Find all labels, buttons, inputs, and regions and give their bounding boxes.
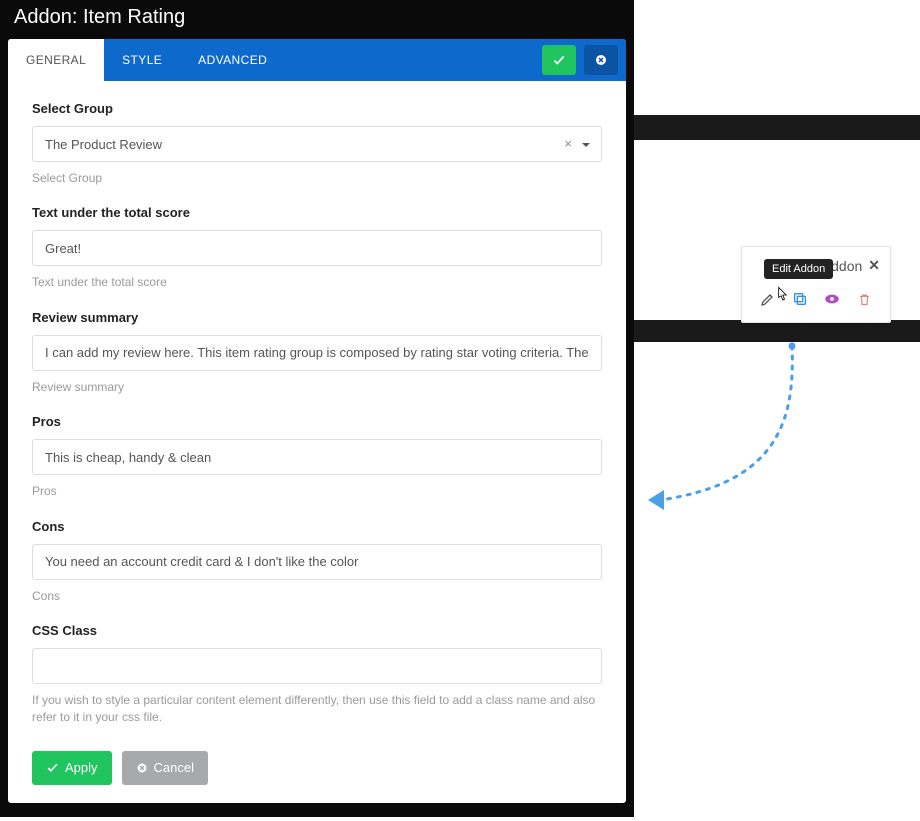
field-css-class: CSS Class If you wish to style a particu… — [32, 623, 602, 727]
modal-body: GENERAL STYLE ADVANCED Select Group — [8, 39, 626, 803]
help-text-under-total: Text under the total score — [32, 274, 602, 291]
footer-buttons: Apply Cancel — [32, 745, 602, 785]
close-icon[interactable]: ✕ — [868, 257, 880, 274]
chevron-down-icon — [582, 143, 590, 147]
select-group-dropdown[interactable]: × — [32, 126, 602, 162]
form-area: Select Group × Select Group Text under t… — [8, 81, 626, 803]
help-pros: Pros — [32, 483, 602, 500]
apply-button-label: Apply — [65, 760, 98, 775]
help-review-summary: Review summary — [32, 379, 602, 396]
field-text-under-total: Text under the total score Text under th… — [32, 205, 602, 291]
field-pros: Pros Pros — [32, 414, 602, 500]
popover-toolbar — [752, 284, 880, 310]
edit-addon-tooltip: Edit Addon — [764, 259, 833, 279]
label-text-under-total: Text under the total score — [32, 205, 602, 220]
addon-popover: Edit Addon Addon ✕ — [741, 246, 891, 323]
tab-actions — [542, 39, 618, 81]
copy-icon[interactable] — [791, 290, 809, 308]
text-under-total-input[interactable] — [32, 230, 602, 266]
label-cons: Cons — [32, 519, 602, 534]
label-review-summary: Review summary — [32, 310, 602, 325]
tab-bar: GENERAL STYLE ADVANCED — [8, 39, 626, 81]
annotation-arrow — [640, 338, 830, 518]
pencil-icon[interactable] — [759, 290, 777, 308]
review-summary-input[interactable] — [32, 335, 602, 371]
help-css-class: If you wish to style a particular conten… — [32, 692, 602, 727]
help-cons: Cons — [32, 588, 602, 605]
tab-advanced[interactable]: ADVANCED — [180, 39, 285, 81]
label-select-group: Select Group — [32, 101, 602, 116]
tab-style[interactable]: STYLE — [104, 39, 180, 81]
field-select-group: Select Group × Select Group — [32, 101, 602, 187]
cons-input[interactable] — [32, 544, 602, 580]
label-css-class: CSS Class — [32, 623, 602, 638]
clear-icon[interactable]: × — [564, 136, 572, 151]
tab-general[interactable]: GENERAL — [8, 39, 104, 81]
eye-icon[interactable] — [823, 290, 841, 308]
label-pros: Pros — [32, 414, 602, 429]
field-review-summary: Review summary Review summary — [32, 310, 602, 396]
field-cons: Cons Cons — [32, 519, 602, 605]
apply-top-button[interactable] — [542, 45, 576, 75]
addon-modal: Addon: Item Rating GENERAL STYLE ADVANCE… — [0, 0, 634, 817]
cancel-button[interactable]: Cancel — [122, 751, 208, 785]
popover-header: Edit Addon Addon ✕ — [752, 257, 880, 274]
select-group-value[interactable] — [32, 126, 602, 162]
help-select-group: Select Group — [32, 170, 602, 187]
close-top-button[interactable] — [584, 45, 618, 75]
cancel-button-label: Cancel — [154, 760, 194, 775]
modal-title: Addon: Item Rating — [0, 0, 634, 39]
pros-input[interactable] — [32, 439, 602, 475]
css-class-input[interactable] — [32, 648, 602, 684]
check-icon — [46, 761, 59, 774]
close-icon — [595, 54, 607, 66]
trash-icon[interactable] — [855, 290, 873, 308]
check-icon — [552, 53, 566, 67]
apply-button[interactable]: Apply — [32, 751, 112, 785]
close-icon — [136, 762, 148, 774]
